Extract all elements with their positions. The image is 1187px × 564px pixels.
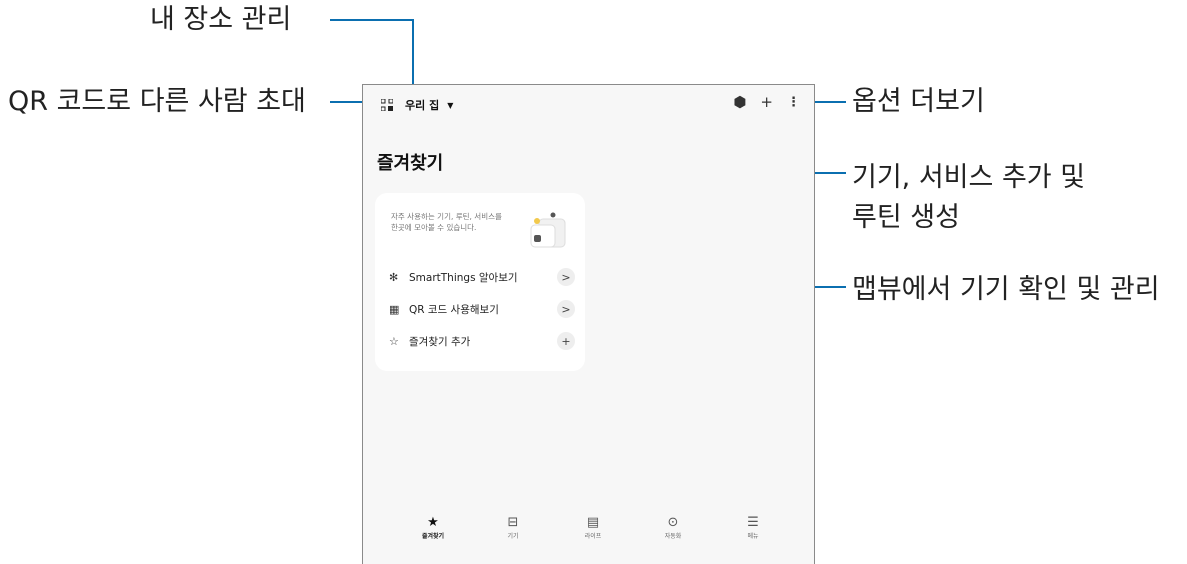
- row-label: SmartThings 알아보기: [409, 271, 518, 284]
- chevron-right-icon[interactable]: >: [557, 300, 575, 318]
- row-label: QR 코드 사용해보기: [409, 303, 499, 316]
- qr-code-icon: ▦: [389, 302, 400, 316]
- callout-map-view: 맵뷰에서 기기 확인 및 관리: [852, 274, 1160, 305]
- home-illustration-icon: [530, 212, 566, 248]
- menu-icon: ☰: [747, 515, 759, 530]
- more-vertical-icon[interactable]: ⋮: [787, 95, 800, 110]
- callout-add-device-line1: 기기, 서비스 추가 및: [852, 162, 1086, 193]
- card-description: 자주 사용하는 기기, 루틴, 서비스를 한곳에 모아볼 수 있습니다.: [391, 212, 502, 232]
- row-try-qr[interactable]: ▦ QR 코드 사용해보기 >: [389, 299, 575, 319]
- nav-favorites[interactable]: ★ 즐겨찾기: [403, 515, 463, 540]
- callout-qr-invite: QR 코드로 다른 사람 초대: [8, 86, 306, 117]
- row-learn-smartthings[interactable]: ✻ SmartThings 알아보기 >: [389, 267, 575, 287]
- nav-label: 메뉴: [747, 533, 759, 540]
- nav-life[interactable]: ▤ 라이프: [563, 515, 623, 540]
- devices-icon: ⊟: [507, 515, 519, 530]
- callout-location-manage: 내 장소 관리: [150, 4, 292, 35]
- leader-line-location-h: [330, 19, 414, 21]
- add-icon[interactable]: +: [557, 332, 575, 350]
- callout-add-device: 기기, 서비스 추가 및 루틴 생성: [852, 158, 1085, 238]
- bottom-nav: ★ 즐겨찾기 ⊟ 기기 ▤ 라이프 ⊙ 자동화 ☰ 메뉴: [403, 515, 783, 540]
- nav-menu[interactable]: ☰ 메뉴: [723, 515, 783, 540]
- nav-automation[interactable]: ⊙ 자동화: [643, 515, 703, 540]
- smartthings-icon: ✻: [389, 270, 399, 284]
- plus-icon[interactable]: +: [760, 95, 773, 110]
- nav-label: 즐겨찾기: [421, 533, 445, 540]
- home-name[interactable]: 우리 집: [405, 97, 439, 113]
- favorites-empty-card: 자주 사용하는 기기, 루틴, 서비스를 한곳에 모아볼 수 있습니다. ✻ S…: [375, 193, 585, 371]
- row-add-favorite[interactable]: ☆ 즐겨찾기 추가 +: [389, 331, 575, 351]
- nav-devices[interactable]: ⊟ 기기: [483, 515, 543, 540]
- star-icon: ★: [427, 515, 439, 530]
- top-actions: ⬢ + ⋮: [733, 95, 800, 111]
- nav-label: 라이프: [584, 533, 602, 540]
- app-screen: 우리 집 ▼ ⬢ + ⋮ 즐겨찾기 자주 사용하는 기기, 루틴, 서비스를 한…: [362, 84, 815, 564]
- automation-icon: ⊙: [667, 515, 679, 530]
- life-icon: ▤: [586, 515, 600, 530]
- map-view-icon[interactable]: ⬢: [733, 95, 746, 110]
- page-title: 즐겨찾기: [377, 153, 444, 174]
- nav-label: 자동화: [664, 533, 682, 540]
- qr-code-icon[interactable]: [381, 99, 393, 111]
- nav-label: 기기: [507, 533, 519, 540]
- star-outline-icon: ☆: [389, 334, 399, 348]
- row-label: 즐겨찾기 추가: [409, 335, 471, 348]
- home-selector[interactable]: 우리 집 ▼: [381, 97, 453, 113]
- chevron-down-icon[interactable]: ▼: [447, 101, 453, 110]
- callout-add-device-line2: 루틴 생성: [852, 202, 960, 233]
- chevron-right-icon[interactable]: >: [557, 268, 575, 286]
- callout-more-options: 옵션 더보기: [852, 86, 985, 117]
